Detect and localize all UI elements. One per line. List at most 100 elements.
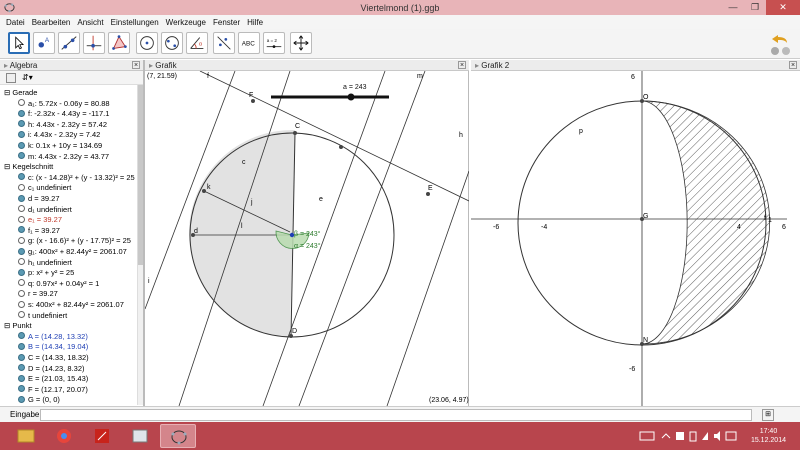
point-h[interactable] [202, 189, 206, 193]
line-m[interactable] [298, 70, 426, 407]
algebra-item[interactable]: e₁ = 39.27 [18, 214, 62, 225]
settings-gear-icon[interactable] [782, 47, 790, 55]
point-e[interactable] [426, 192, 430, 196]
triangle-right-icon[interactable]: ▸ [4, 61, 8, 70]
maximize-button[interactable]: ❐ [744, 0, 766, 15]
visibility-toggle-icon[interactable] [18, 109, 25, 117]
taskbar-explorer-icon[interactable] [8, 424, 44, 448]
visibility-toggle-icon[interactable] [18, 141, 25, 149]
input-expand-icon[interactable]: ⊞ [762, 409, 774, 421]
algebra-item[interactable]: d₁ undefiniert [18, 204, 72, 215]
algebra-item[interactable]: g: (x - 16.6)² + (y - 17.75)² = 25 [18, 235, 131, 246]
graphic2-canvas[interactable]: O p G N f 1 -6 -4 4 6 6 -6 [471, 71, 791, 406]
algebra-item[interactable]: f: -2.32x - 4.43y = -117.1 [18, 108, 109, 119]
visibility-toggle-icon[interactable] [18, 268, 25, 276]
algebra-item[interactable]: h₁ undefiniert [18, 257, 72, 268]
visibility-toggle-icon[interactable] [18, 236, 25, 244]
algebra-item[interactable]: q: 0.97x² + 0.04y² = 1 [18, 278, 99, 289]
algebra-item[interactable]: F = (12.17, 20.07) [18, 384, 88, 395]
notification-icon[interactable] [676, 432, 684, 440]
help-icon[interactable] [771, 47, 779, 55]
algebra-item[interactable]: G = (0, 0) [18, 394, 60, 405]
visibility-toggle-icon[interactable] [18, 258, 25, 266]
graphic2-close-icon[interactable]: × [789, 61, 797, 69]
angle-tool-button[interactable]: α [186, 32, 208, 54]
algebra-item[interactable]: c₁ undefiniert [18, 182, 71, 193]
menu-bearbeiten[interactable]: Bearbeiten [32, 18, 71, 27]
point-f[interactable] [251, 99, 255, 103]
menu-hilfe[interactable]: Hilfe [247, 18, 263, 27]
visibility-toggle-icon[interactable] [18, 342, 25, 350]
algebra-item[interactable]: B = (14.34, 19.04) [18, 341, 88, 352]
algebra-category[interactable]: ⊟ Gerade [4, 87, 37, 98]
visibility-toggle-icon[interactable] [18, 364, 25, 372]
reflect-tool-button[interactable] [213, 32, 235, 54]
menu-datei[interactable]: Datei [6, 18, 25, 27]
algebra-view-toggle-icon[interactable] [6, 73, 16, 83]
move-tool-button[interactable] [8, 32, 30, 54]
algebra-item[interactable]: d = 39.27 [18, 193, 60, 204]
visibility-toggle-icon[interactable] [18, 353, 25, 361]
visibility-toggle-icon[interactable] [18, 311, 25, 319]
menu-werkzeuge[interactable]: Werkzeuge [166, 18, 206, 27]
algebra-item[interactable]: i: 4.43x - 2.32y = 7.42 [18, 129, 100, 140]
line-tool-button[interactable] [58, 32, 80, 54]
visibility-toggle-icon[interactable] [18, 173, 25, 181]
taskbar-geogebra-icon[interactable] [160, 424, 196, 448]
visibility-toggle-icon[interactable] [18, 289, 25, 297]
menu-fenster[interactable]: Fenster [213, 18, 240, 27]
visibility-toggle-icon[interactable] [18, 120, 25, 128]
text-tool-button[interactable]: ABC [238, 32, 260, 54]
algebra-item[interactable]: r = 39.27 [18, 288, 58, 299]
point-intersection[interactable] [339, 145, 343, 149]
visibility-toggle-icon[interactable] [18, 395, 25, 403]
algebra-category[interactable]: ⊟ Punkt [4, 320, 32, 331]
keyboard-icon[interactable] [639, 431, 655, 441]
algebra-item[interactable]: c: (x - 14.28)² + (y - 13.32)² = 25 [18, 172, 135, 183]
algebra-item[interactable]: f₁ = 39.27 [18, 225, 60, 236]
graphic1-canvas[interactable]: a = 243 β = 243° α = 243° f F m C h c E … [144, 70, 470, 407]
algebra-item[interactable]: g₁: 400x² + 82.44y² = 2061.07 [18, 246, 127, 257]
visibility-toggle-icon[interactable] [18, 215, 25, 223]
battery-icon[interactable] [689, 431, 697, 442]
algebra-close-icon[interactable]: × [132, 61, 140, 69]
visibility-toggle-icon[interactable] [18, 130, 25, 138]
taskbar-acrobat-icon[interactable] [84, 424, 120, 448]
visibility-toggle-icon[interactable] [18, 99, 25, 107]
triangle-right-icon[interactable]: ▸ [149, 61, 153, 70]
visibility-toggle-icon[interactable] [18, 194, 25, 202]
line-h[interactable] [386, 170, 470, 407]
input-field[interactable] [40, 409, 752, 421]
volume-icon[interactable] [714, 431, 720, 441]
visibility-toggle-icon[interactable] [18, 374, 25, 382]
algebra-item[interactable]: A = (14.28, 13.32) [18, 331, 88, 342]
visibility-toggle-icon[interactable] [18, 183, 25, 191]
point-c[interactable] [293, 131, 297, 135]
algebra-category[interactable]: ⊟ Kegelschnitt [4, 161, 53, 172]
algebra-item[interactable]: s: 400x² + 82.44y² = 2061.07 [18, 299, 124, 310]
minimize-button[interactable]: — [722, 0, 744, 15]
conic-tool-button[interactable] [161, 32, 183, 54]
taskbar-clock[interactable]: 17:40 15.12.2014 [751, 427, 786, 445]
undo-icon[interactable] [772, 35, 787, 43]
polygon-tool-button[interactable] [108, 32, 130, 54]
triangle-right-icon[interactable]: ▸ [475, 61, 479, 70]
algebra-item[interactable]: E = (21.03, 15.43) [18, 373, 88, 384]
close-button[interactable]: ✕ [766, 0, 800, 15]
algebra-item[interactable]: k: 0.1x + 10y = 134.69 [18, 140, 102, 151]
menu-ansicht[interactable]: Ansicht [77, 18, 103, 27]
graphic1-close-icon[interactable]: × [458, 61, 466, 69]
language-icon[interactable] [725, 431, 737, 441]
algebra-item[interactable]: m: 4.43x - 2.32y = 43.77 [18, 151, 109, 162]
slider-knob[interactable] [347, 93, 355, 101]
point-a[interactable] [289, 232, 295, 238]
visibility-toggle-icon[interactable] [18, 332, 25, 340]
visibility-toggle-icon[interactable] [18, 279, 25, 287]
visibility-toggle-icon[interactable] [18, 247, 25, 255]
taskbar-geogebra-old-icon[interactable] [122, 424, 158, 448]
tray-arrow-icon[interactable] [661, 433, 671, 439]
point-tool-button[interactable]: A [33, 32, 55, 54]
move-graphics-tool-button[interactable] [290, 32, 312, 54]
visibility-toggle-icon[interactable] [18, 300, 25, 308]
algebra-item[interactable]: p: x² + y² = 25 [18, 267, 74, 278]
